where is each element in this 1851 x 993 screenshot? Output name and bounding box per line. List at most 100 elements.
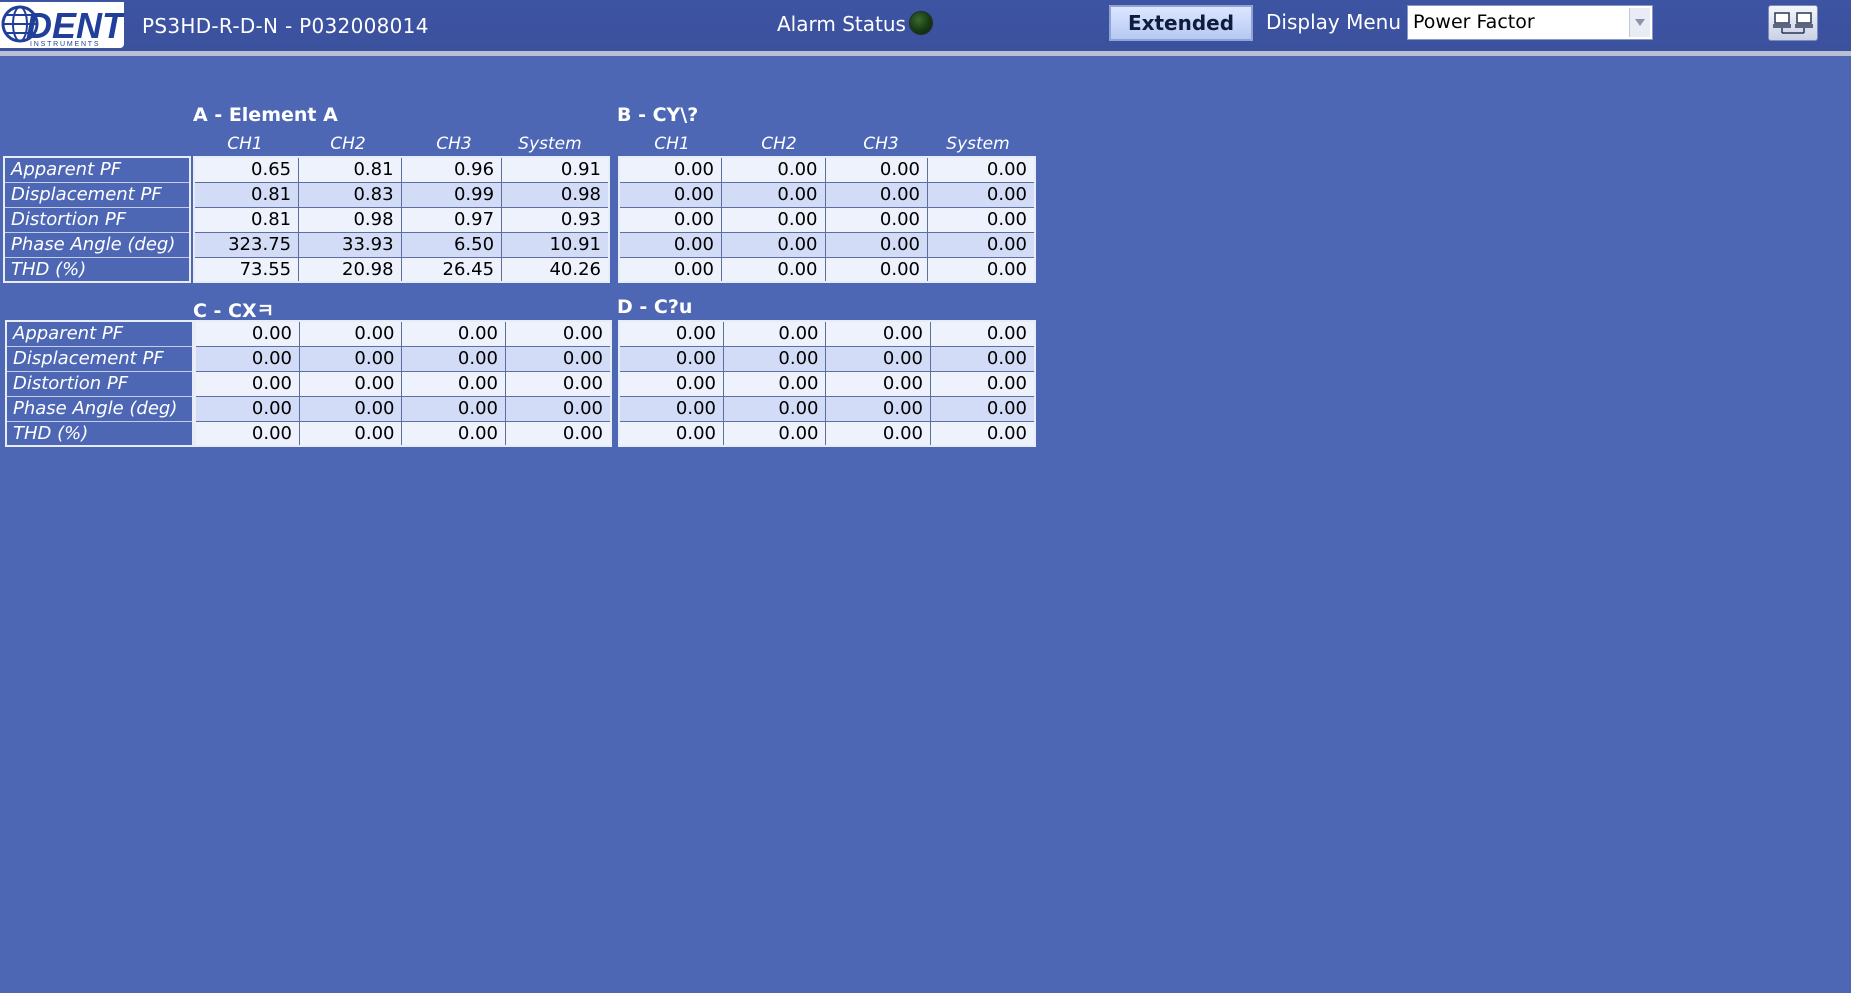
element-d-values-table: 0.00 0.00 0.00 0.00 0.00 0.00 0.00 0.00 … bbox=[618, 320, 1036, 447]
table-cell: 323.75 bbox=[193, 231, 300, 258]
table-cell: 0.97 bbox=[400, 206, 503, 233]
table-row: 0.00 0.00 0.00 0.00 bbox=[618, 181, 1036, 208]
element-b-title: B - CY\? bbox=[617, 104, 699, 126]
row-label-phase-angle: Phase Angle (deg) bbox=[3, 231, 191, 258]
table-cell: 0.00 bbox=[618, 156, 722, 183]
table-cell: 0.00 bbox=[618, 370, 724, 397]
table-cell: 0.00 bbox=[618, 345, 724, 372]
element-a-col-ch1: CH1 bbox=[227, 134, 263, 154]
table-cell: 0.65 bbox=[193, 156, 300, 183]
display-menu-select[interactable]: Power Factor bbox=[1407, 5, 1653, 40]
table-cell: 0.00 bbox=[194, 320, 300, 347]
table-cell: 0.00 bbox=[504, 345, 612, 372]
table-cell: 0.00 bbox=[504, 320, 612, 347]
table-cell: 0.91 bbox=[501, 156, 610, 183]
table-cell: 26.45 bbox=[400, 256, 503, 283]
row-label-displacement-pf: Displacement PF bbox=[3, 181, 191, 208]
table-cell: 0.00 bbox=[929, 345, 1036, 372]
table-cell: 0.00 bbox=[401, 420, 506, 447]
table-cell: 0.00 bbox=[825, 370, 931, 397]
row-label-apparent-pf: Apparent PF bbox=[3, 156, 191, 183]
display-menu-value: Power Factor bbox=[1413, 11, 1535, 33]
network-connection-button[interactable] bbox=[1768, 5, 1818, 41]
table-cell: 40.26 bbox=[501, 256, 610, 283]
element-c-values-table: 0.00 0.00 0.00 0.00 0.00 0.00 0.00 0.00 … bbox=[194, 320, 612, 447]
table-cell: 0.81 bbox=[193, 181, 300, 208]
element-b-col-ch2: CH2 bbox=[761, 134, 797, 154]
table-cell: 0.00 bbox=[824, 206, 928, 233]
table-cell: 0.00 bbox=[298, 420, 403, 447]
table-cell: 0.00 bbox=[722, 345, 827, 372]
table-cell: 0.98 bbox=[501, 181, 610, 208]
table-row: 0.00 0.00 0.00 0.00 bbox=[618, 420, 1036, 447]
table-row: 0.00 0.00 0.00 0.00 bbox=[194, 395, 612, 422]
table-cell: 0.00 bbox=[298, 345, 403, 372]
top-bar: DENT INSTRUMENTS PS3HD-R-D-N - P03200801… bbox=[0, 0, 1851, 56]
table-cell: 0.00 bbox=[929, 395, 1036, 422]
table-cell: 0.81 bbox=[193, 206, 300, 233]
network-icon bbox=[1773, 12, 1813, 34]
table-cell: 0.00 bbox=[298, 370, 403, 397]
table-row: 0.65 0.81 0.96 0.91 bbox=[193, 156, 610, 183]
table-row: 0.00 0.00 0.00 0.00 bbox=[618, 345, 1036, 372]
table-cell: 0.93 bbox=[501, 206, 610, 233]
table-cell: 0.00 bbox=[298, 395, 403, 422]
device-title: PS3HD-R-D-N - P032008014 bbox=[142, 14, 429, 38]
dent-logo: DENT INSTRUMENTS bbox=[0, 2, 124, 48]
element-b-col-system: System bbox=[946, 134, 1010, 154]
row-label-distortion-pf: Distortion PF bbox=[3, 206, 191, 233]
table-cell: 0.00 bbox=[824, 231, 928, 258]
table-cell: 0.00 bbox=[401, 345, 506, 372]
table-cell: 10.91 bbox=[501, 231, 610, 258]
table-cell: 0.00 bbox=[825, 320, 931, 347]
element-a-col-ch2: CH2 bbox=[330, 134, 366, 154]
table-cell: 0.00 bbox=[721, 206, 826, 233]
table-cell: 0.00 bbox=[722, 370, 827, 397]
table-cell: 0.00 bbox=[401, 370, 506, 397]
table-cell: 0.00 bbox=[927, 256, 1036, 283]
table-cell: 0.00 bbox=[929, 320, 1036, 347]
table-cell: 0.83 bbox=[298, 181, 402, 208]
table-row: 0.00 0.00 0.00 0.00 bbox=[618, 231, 1036, 258]
table-cell: 20.98 bbox=[298, 256, 402, 283]
table-cell: 0.98 bbox=[298, 206, 402, 233]
table-cell: 6.50 bbox=[400, 231, 503, 258]
table-cell: 0.81 bbox=[298, 156, 402, 183]
row-label-thd: THD (%) bbox=[3, 256, 191, 283]
table-cell: 0.00 bbox=[825, 395, 931, 422]
table-cell: 0.00 bbox=[618, 320, 724, 347]
table-row: 0.00 0.00 0.00 0.00 bbox=[194, 345, 612, 372]
element-a-col-ch3: CH3 bbox=[436, 134, 472, 154]
element-a-row-labels: Apparent PF Displacement PF Distortion P… bbox=[3, 156, 191, 283]
chevron-down-icon[interactable] bbox=[1629, 8, 1650, 37]
element-a-col-system: System bbox=[518, 134, 582, 154]
table-cell: 0.00 bbox=[825, 345, 931, 372]
table-cell: 0.00 bbox=[618, 231, 722, 258]
table-row: 0.00 0.00 0.00 0.00 bbox=[194, 320, 612, 347]
element-c-row-labels: Apparent PF Displacement PF Distortion P… bbox=[5, 320, 194, 447]
extended-button[interactable]: Extended bbox=[1109, 5, 1253, 41]
table-row: 0.00 0.00 0.00 0.00 bbox=[194, 420, 612, 447]
table-cell: 0.00 bbox=[825, 420, 931, 447]
table-cell: 0.00 bbox=[721, 256, 826, 283]
table-cell: 0.00 bbox=[298, 320, 403, 347]
table-cell: 0.00 bbox=[722, 420, 827, 447]
table-cell: 0.00 bbox=[927, 231, 1036, 258]
row-label-thd: THD (%) bbox=[5, 420, 194, 447]
table-cell: 0.00 bbox=[824, 256, 928, 283]
table-cell: 0.00 bbox=[194, 345, 300, 372]
table-cell: 0.00 bbox=[824, 156, 928, 183]
table-row: 0.00 0.00 0.00 0.00 bbox=[618, 206, 1036, 233]
alarm-status-indicator-icon bbox=[910, 12, 932, 34]
element-a-values-table: 0.65 0.81 0.96 0.91 0.81 0.83 0.99 0.98 … bbox=[193, 156, 610, 283]
table-cell: 0.00 bbox=[618, 256, 722, 283]
table-row: 0.00 0.00 0.00 0.00 bbox=[618, 256, 1036, 283]
table-cell: 0.00 bbox=[824, 181, 928, 208]
table-cell: 0.00 bbox=[618, 395, 724, 422]
table-row: 0.81 0.83 0.99 0.98 bbox=[193, 181, 610, 208]
table-row: 0.00 0.00 0.00 0.00 bbox=[618, 395, 1036, 422]
table-cell: 0.00 bbox=[618, 206, 722, 233]
table-cell: 0.00 bbox=[504, 420, 612, 447]
alarm-status-label: Alarm Status bbox=[777, 12, 906, 36]
table-cell: 73.55 bbox=[193, 256, 300, 283]
